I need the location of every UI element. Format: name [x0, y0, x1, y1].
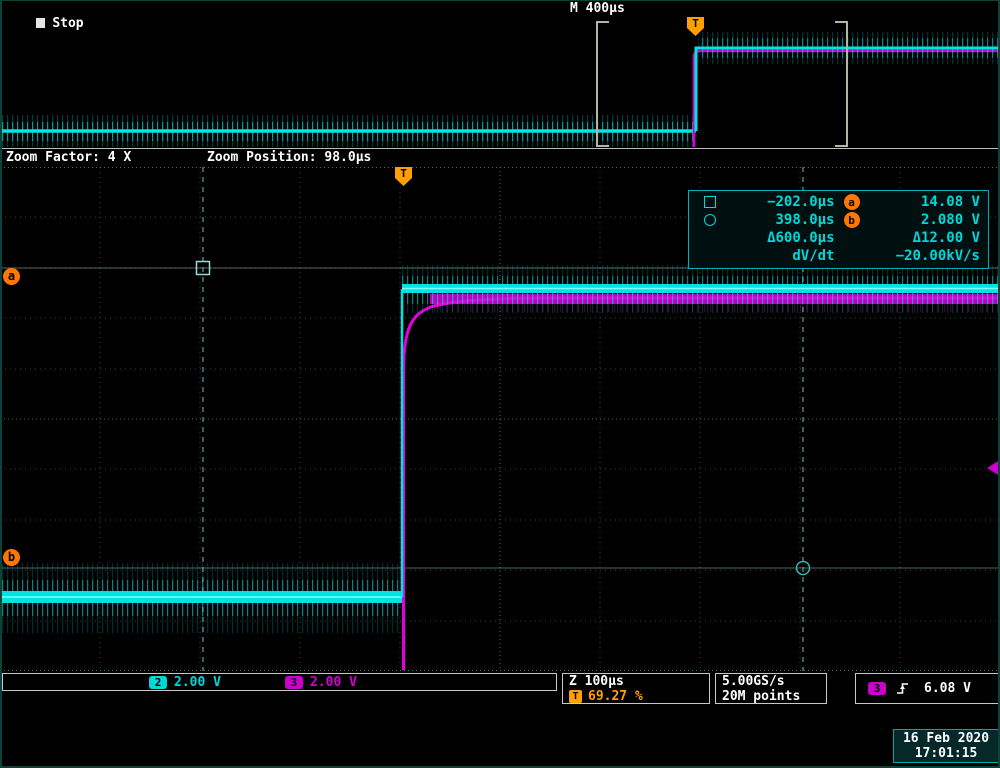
cursor-b-value: 2.080 V — [869, 212, 981, 228]
readout-a-badge: a — [844, 194, 860, 210]
edge-rising-icon — [895, 681, 910, 696]
zoom-timebase-box[interactable]: Z 100μs T 69.27 % — [562, 673, 710, 704]
overview-waveform-area — [0, 16, 1000, 148]
ch3-badge[interactable]: 3 — [285, 676, 303, 689]
ch3-scale: 2.00 V — [310, 675, 357, 690]
oscilloscope-screen: Stop M 400μs T Zoom Factor — [0, 0, 1000, 768]
ch2-scale: 2.00 V — [174, 675, 221, 690]
main-timebase-label: M 400μs — [570, 1, 625, 16]
cursor-b-badge[interactable]: b — [3, 549, 20, 566]
ch3-trace — [404, 288, 1000, 670]
dvdt-value: −20.00kV/s — [869, 248, 981, 264]
square-cursor-icon — [697, 196, 723, 208]
trigger-position-badge: T — [569, 690, 582, 703]
trigger-info-box[interactable]: 3 6.08 V — [855, 673, 1000, 704]
cursor-b-time: 398.0μs — [723, 212, 835, 228]
trigger-flag-letter: T — [692, 17, 699, 30]
ch2-trace — [0, 265, 1000, 633]
trigger-source-badge: 3 — [868, 682, 886, 695]
cursor-delta-time: Δ600.0μs — [723, 230, 835, 246]
date-label: 16 Feb 2020 — [903, 731, 989, 746]
datetime-box: 16 Feb 2020 17:01:15 — [893, 729, 999, 763]
trigger-level-arrow[interactable] — [987, 461, 999, 476]
cursor-readout-box: −202.0μs a 14.08 V 398.0μs b 2.080 V Δ60… — [688, 190, 989, 269]
circle-cursor-icon — [697, 214, 723, 226]
cursor-delta-value: Δ12.00 V — [869, 230, 981, 246]
trigger-flag-letter: T — [400, 167, 407, 180]
channel-scale-bar[interactable]: 2 2.00 V 3 2.00 V — [2, 673, 557, 691]
cursor-a-time: −202.0μs — [723, 194, 835, 210]
ch2-badge[interactable]: 2 — [149, 676, 167, 689]
dvdt-label: dV/dt — [723, 248, 835, 264]
overview-ch2-trace — [0, 115, 696, 147]
zoom-factor-label: Zoom Factor: 4 X — [6, 150, 131, 165]
overview-separator — [0, 148, 1000, 149]
trigger-position-value: 69.27 % — [588, 689, 643, 704]
sample-rate: 5.00GS/s — [722, 674, 826, 689]
zoom-position-label: Zoom Position: 98.0μs — [207, 150, 371, 165]
time-label: 17:01:15 — [915, 746, 978, 761]
acquisition-info-box[interactable]: 5.00GS/s 20M points — [715, 673, 827, 704]
cursor-a-badge[interactable]: a — [3, 268, 20, 285]
record-length: 20M points — [722, 689, 826, 704]
cursor-a-value: 14.08 V — [869, 194, 981, 210]
zoom-timebase-label: Z 100μs — [569, 674, 624, 689]
trigger-level-value: 6.08 V — [924, 681, 971, 696]
readout-b-badge: b — [844, 212, 860, 228]
